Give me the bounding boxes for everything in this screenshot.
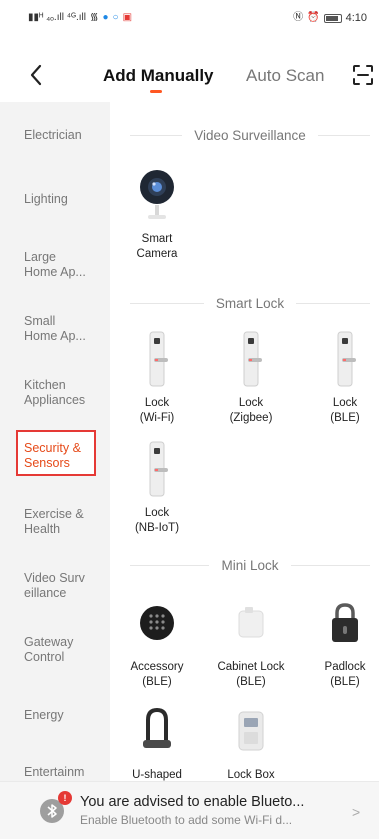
status-bar: ▮▮ᴴ ₄ₒ.ıll ⁴ᴳ.ıll ᯾ ● ○ ▣ Ⓝ ⏰ 4:10 xyxy=(0,0,379,36)
lock-icon xyxy=(133,328,181,390)
section-title-video-surveillance: Video Surveillance xyxy=(130,128,371,143)
divider xyxy=(296,303,370,304)
back-button[interactable] xyxy=(26,62,48,88)
chevron-right-icon: > xyxy=(352,804,361,820)
alert-badge: ! xyxy=(58,790,72,805)
section-title-text: Video Surveillance xyxy=(194,128,306,143)
nfc-icon: Ⓝ xyxy=(293,12,304,23)
divider xyxy=(130,303,204,304)
sidebar-item-small-home-appliances[interactable]: Small Home Ap... xyxy=(24,314,104,344)
sidebar-item-energy[interactable]: Energy xyxy=(24,708,104,723)
device-smart-camera[interactable]: Smart Camera xyxy=(116,164,198,262)
divider xyxy=(317,135,371,136)
status-time: 4:10 xyxy=(345,12,367,24)
device-label: Lock (NB-IoT) xyxy=(134,507,180,534)
device-label: Cabinet Lock (BLE) xyxy=(217,661,285,688)
sidebar-item-security-sensors[interactable]: Security & Sensors xyxy=(24,441,104,471)
tab-auto-scan[interactable]: Auto Scan xyxy=(246,66,324,86)
section-title-text: Smart Lock xyxy=(215,296,285,311)
status-left: ▮▮ᴴ ₄ₒ.ıll ⁴ᴳ.ıll ᯾ ● ○ ▣ xyxy=(28,13,132,23)
sidebar-item-large-home-appliances[interactable]: Large Home Ap... xyxy=(24,250,104,280)
alarm-icon: ⏰ xyxy=(307,12,320,23)
device-u-shaped[interactable]: U-shaped xyxy=(116,700,198,782)
divider xyxy=(290,565,370,566)
camera-icon xyxy=(133,164,181,226)
notification-icon: ▣ xyxy=(122,12,133,23)
wifi-icon: ᯾ xyxy=(89,12,99,23)
chevron-left-icon xyxy=(30,64,42,86)
device-label: Lock (BLE) xyxy=(330,397,360,424)
device-lock-wifi[interactable]: Lock (Wi-Fi) xyxy=(116,328,198,426)
sidebar-item-electrician[interactable]: Electrician xyxy=(24,128,104,143)
sidebar-item-video-surveillance[interactable]: Video Surv eillance xyxy=(24,571,104,601)
divider xyxy=(130,135,183,136)
app-notification-icon: ● xyxy=(102,12,109,23)
banner-subtitle: Enable Bluetooth to add some Wi-Fi d... xyxy=(80,813,293,827)
message-icon: ○ xyxy=(112,12,119,23)
sidebar-item-exercise-health[interactable]: Exercise & Health xyxy=(24,507,104,537)
scan-qr-icon xyxy=(353,65,373,85)
device-accessory-ble[interactable]: Accessory (BLE) xyxy=(116,592,198,690)
device-lock-nb-iot[interactable]: Lock (NB-IoT) xyxy=(116,438,198,536)
device-label: Lock (Wi-Fi) xyxy=(139,397,175,424)
lock-box-icon xyxy=(227,700,275,762)
device-label: Lock Box xyxy=(227,769,275,781)
device-lock-ble[interactable]: Lock (BLE) xyxy=(304,328,379,426)
banner-title: You are advised to enable Blueto... xyxy=(80,794,305,810)
divider xyxy=(130,565,210,566)
sidebar-item-lighting[interactable]: Lighting xyxy=(24,192,104,207)
device-padlock-ble[interactable]: Padlock (BLE) xyxy=(304,592,379,690)
cabinet-lock-icon xyxy=(227,592,275,654)
sim-signal-icon: ▮▮ᴴ ₄ₒ.ıll ⁴ᴳ.ıll xyxy=(28,12,86,23)
device-label: Lock (Zigbee) xyxy=(229,397,273,424)
banner-text: You are advised to enable Blueto... Enab… xyxy=(80,794,336,827)
device-label: Accessory (BLE) xyxy=(130,661,184,688)
device-label: U-shaped xyxy=(132,769,182,781)
sidebar-item-kitchen-appliances[interactable]: Kitchen Appliances xyxy=(24,378,104,408)
lock-icon xyxy=(133,438,181,500)
sidebar-item-entertainment[interactable]: Entertainm xyxy=(24,765,104,780)
category-sidebar: Electrician Lighting Large Home Ap... Sm… xyxy=(0,102,110,782)
device-label: Smart Camera xyxy=(136,233,178,260)
lock-icon xyxy=(227,328,275,390)
padlock-icon xyxy=(321,592,369,654)
section-title-smart-lock: Smart Lock xyxy=(130,296,370,311)
lock-icon xyxy=(321,328,369,390)
header: Add Manually Auto Scan xyxy=(0,52,379,102)
section-title-text: Mini Lock xyxy=(221,558,279,573)
device-label: Padlock (BLE) xyxy=(324,661,366,688)
section-title-mini-lock: Mini Lock xyxy=(130,558,370,573)
status-right: Ⓝ ⏰ 4:10 xyxy=(293,12,367,24)
battery-icon xyxy=(323,13,342,23)
device-list: Video Surveillance Smart Camera Smart Lo… xyxy=(110,102,379,782)
sidebar-item-gateway-control[interactable]: Gateway Control xyxy=(24,635,104,665)
u-lock-icon xyxy=(133,700,181,762)
tab-add-manually[interactable]: Add Manually xyxy=(103,66,214,86)
device-cabinet-lock-ble[interactable]: Cabinet Lock (BLE) xyxy=(210,592,292,690)
bluetooth-banner[interactable]: ! You are advised to enable Blueto... En… xyxy=(0,781,379,839)
active-tab-indicator xyxy=(150,90,162,93)
bluetooth-icon: ! xyxy=(40,790,72,823)
device-lock-box[interactable]: Lock Box xyxy=(210,700,292,782)
scan-button[interactable] xyxy=(352,64,374,86)
device-lock-zigbee[interactable]: Lock (Zigbee) xyxy=(210,328,292,426)
keypad-icon xyxy=(133,592,181,654)
